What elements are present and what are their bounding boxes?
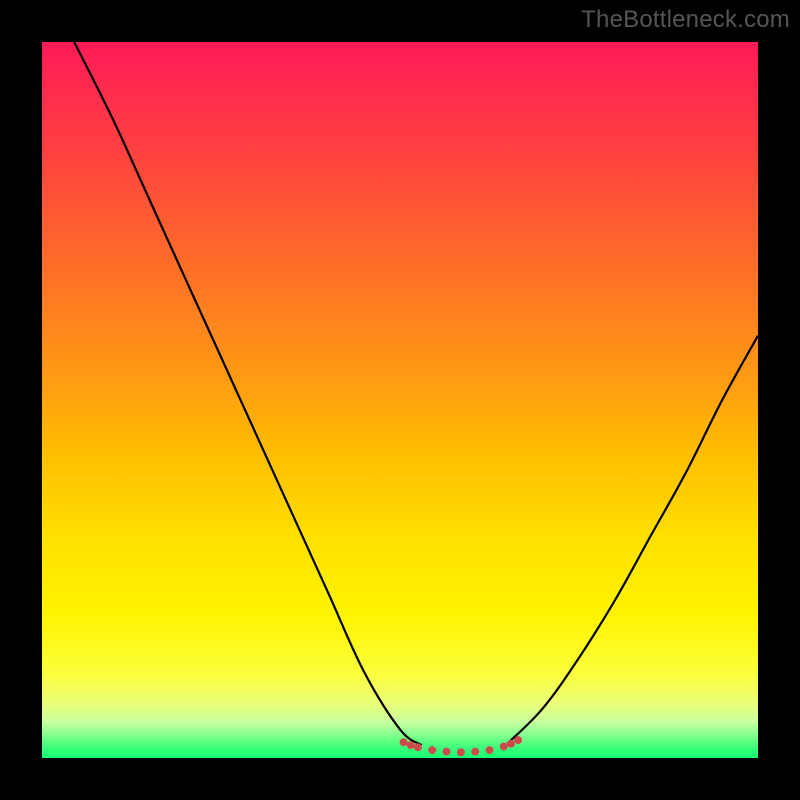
valley-dot xyxy=(514,736,522,744)
valley-dot xyxy=(486,746,494,754)
valley-dot xyxy=(428,746,436,754)
watermark-text: TheBottleneck.com xyxy=(581,6,790,34)
valley-dot xyxy=(407,741,415,749)
left-curve xyxy=(74,42,421,745)
valley-dot xyxy=(507,740,515,748)
valley-dot xyxy=(457,748,465,756)
valley-dot xyxy=(443,748,451,756)
chart-frame: TheBottleneck.com xyxy=(0,0,800,800)
valley-dot xyxy=(414,743,422,751)
right-curve xyxy=(507,336,758,744)
plot-area xyxy=(42,42,758,758)
valley-dot xyxy=(471,748,479,756)
valley-dot xyxy=(500,743,508,751)
valley-dot xyxy=(400,738,408,746)
curve-layer xyxy=(42,42,758,758)
